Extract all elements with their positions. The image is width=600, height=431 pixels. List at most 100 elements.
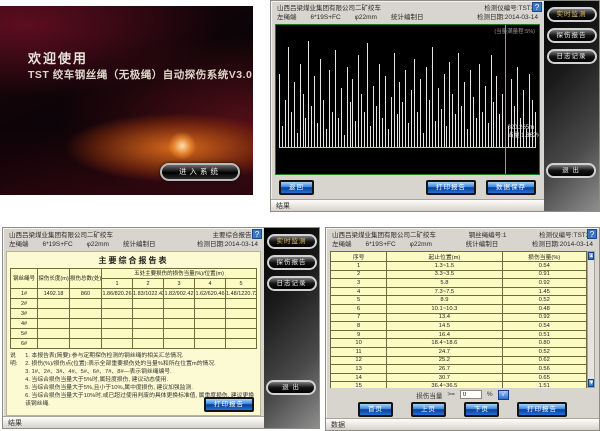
report-row: 5#	[11, 329, 257, 339]
flaw-cell: 7	[331, 313, 387, 322]
filter-operator: >=	[447, 391, 455, 398]
flaw-row[interactable]: 11.3~1.50.54	[331, 262, 587, 271]
waveform-spike	[482, 112, 483, 147]
col-length: 探伤长度(m)	[38, 269, 70, 289]
waveform-spike	[320, 59, 321, 148]
print-report-button[interactable]: 打印报告	[517, 402, 567, 417]
report-cell	[38, 329, 70, 339]
flaw-cell: 30.7	[387, 373, 502, 382]
flaw-row[interactable]: 58.90.52	[331, 296, 587, 305]
waveform-spike	[485, 86, 486, 147]
sidebar-item-flaw-report[interactable]: 探伤报告	[547, 28, 597, 43]
flaw-row[interactable]: 1430.70.65	[331, 373, 587, 382]
enter-system-button[interactable]: 进入系统	[160, 163, 240, 181]
scroll-down-icon[interactable]: ▼	[588, 379, 594, 387]
report-cell	[132, 309, 163, 319]
waveform-spike	[426, 67, 427, 147]
waveform-spike	[332, 112, 333, 147]
rope-diameter: φ22mm	[87, 240, 109, 249]
report-cell	[163, 309, 194, 319]
flaw-cell: 14.5	[387, 322, 502, 331]
waveform-spike	[399, 82, 400, 147]
flaw-row[interactable]: 713.40.92	[331, 313, 587, 322]
report-cell	[225, 339, 256, 349]
waveform-spike	[335, 50, 336, 147]
flaw-row[interactable]: 1225.20.62	[331, 356, 587, 365]
print-report-button[interactable]: 打印报告	[204, 397, 254, 412]
waveform-spike	[305, 118, 306, 148]
waveform-spike	[467, 129, 468, 147]
filter-row: 损伤当量 >= % √	[326, 388, 599, 401]
flaw-cell: 5.8	[387, 279, 502, 288]
report-row: 1#1492.188601.86/820.261.83/1022.431.82/…	[11, 289, 257, 299]
save-data-button[interactable]: 数据保存	[486, 180, 536, 195]
report-cell	[163, 339, 194, 349]
col-group-main-damage: 五处主要损伤的损伤当量(%)/位置(m)	[101, 269, 256, 279]
report-cell: 3#	[11, 309, 38, 319]
flaw-cell: 0.48	[502, 304, 587, 313]
report-cell: 1.48/1220.72	[225, 289, 256, 299]
first-page-button[interactable]: 首页	[358, 402, 393, 417]
waveform-spike	[479, 64, 480, 147]
flaw-row[interactable]: 23.3~3.50.91	[331, 270, 587, 279]
sidebar-item-log[interactable]: 日志记录	[547, 49, 597, 64]
filter-value-input[interactable]	[460, 390, 482, 399]
flaw-cell: 26.7	[387, 365, 502, 374]
cursor-value: 当量 1.862%	[507, 132, 540, 140]
waveform-spike	[285, 100, 286, 147]
help-icon[interactable]: ?	[252, 229, 262, 239]
back-button[interactable]: 返回	[279, 180, 314, 195]
help-icon[interactable]: ?	[532, 2, 542, 12]
sidebar-item-realtime-monitor[interactable]: 实时监测	[547, 7, 597, 22]
flaw-row[interactable]: 1018.4~18.60.80	[331, 339, 587, 348]
table-scrollbar[interactable]: ▲ ▼	[587, 251, 595, 388]
flaw-row[interactable]: 35.80.92	[331, 279, 587, 288]
flaw-cell: 25.2	[387, 356, 502, 365]
waveform-spike	[455, 114, 456, 147]
report-row: 2#	[11, 299, 257, 309]
flaw-cell: 11	[331, 347, 387, 356]
flaw-row[interactable]: 47.3~7.51.45	[331, 287, 587, 296]
report-cell	[70, 329, 102, 339]
flaw-cell: 10.1~10.3	[387, 304, 502, 313]
print-report-button[interactable]: 打印报告	[426, 180, 476, 195]
flaw-row[interactable]: 916.40.51	[331, 330, 587, 339]
scroll-up-icon[interactable]: ▲	[588, 252, 594, 260]
report-row: 6#	[11, 339, 257, 349]
apply-filter-button[interactable]: √	[498, 390, 509, 400]
flaw-row[interactable]: 610.1~10.30.48	[331, 304, 587, 313]
welcome-screen: 欢迎使用 TST 绞车钢丝绳（无极绳）自动探伤系统V3.0 进入系统	[0, 6, 253, 195]
exit-button[interactable]: 退 出	[266, 380, 316, 395]
waveform-spike	[338, 118, 339, 148]
sidebar-item-flaw-report[interactable]: 探伤报告	[267, 255, 317, 270]
flaw-row[interactable]: 814.50.54	[331, 322, 587, 331]
device-number: 检测仪编号:TST31	[484, 4, 538, 13]
next-page-button[interactable]: 下页	[464, 402, 499, 417]
sidebar-item-log[interactable]: 日志记录	[267, 276, 317, 291]
company-name: 山西吕梁煤业集团有限公司二矿绞车	[332, 231, 436, 240]
waveform-spike	[435, 121, 436, 147]
flaw-row[interactable]: 1326.70.56	[331, 365, 587, 374]
rope-spec: 6*19S+FC	[366, 240, 396, 249]
stat-label: 统计编制日	[466, 240, 499, 249]
waveform-spike	[470, 70, 471, 147]
flaw-row[interactable]: 1124.70.52	[331, 347, 587, 356]
sidebar-item-realtime-monitor[interactable]: 实时监测	[267, 234, 317, 249]
flaw-cell: 13.4	[387, 313, 502, 322]
waveform-spike	[361, 94, 362, 147]
help-icon[interactable]: ?	[587, 229, 597, 239]
report-cell: 1#	[11, 289, 38, 299]
waveform-spike	[502, 94, 503, 147]
report-cell: 860	[70, 289, 102, 299]
exit-button[interactable]: 退 出	[546, 163, 596, 178]
prev-page-button[interactable]: 上页	[411, 402, 446, 417]
report-table-body: 1#1492.188601.86/820.261.83/1022.431.82/…	[11, 289, 257, 349]
report-cell	[163, 329, 194, 339]
flaw-cell: 7.3~7.5	[387, 287, 502, 296]
waveform-spike	[282, 126, 283, 147]
waveform-spike	[438, 88, 439, 147]
waveform-spike	[297, 133, 298, 147]
report-cell	[225, 299, 256, 309]
flaw-cell: 4	[331, 287, 387, 296]
chart-cursor[interactable]	[505, 25, 506, 174]
